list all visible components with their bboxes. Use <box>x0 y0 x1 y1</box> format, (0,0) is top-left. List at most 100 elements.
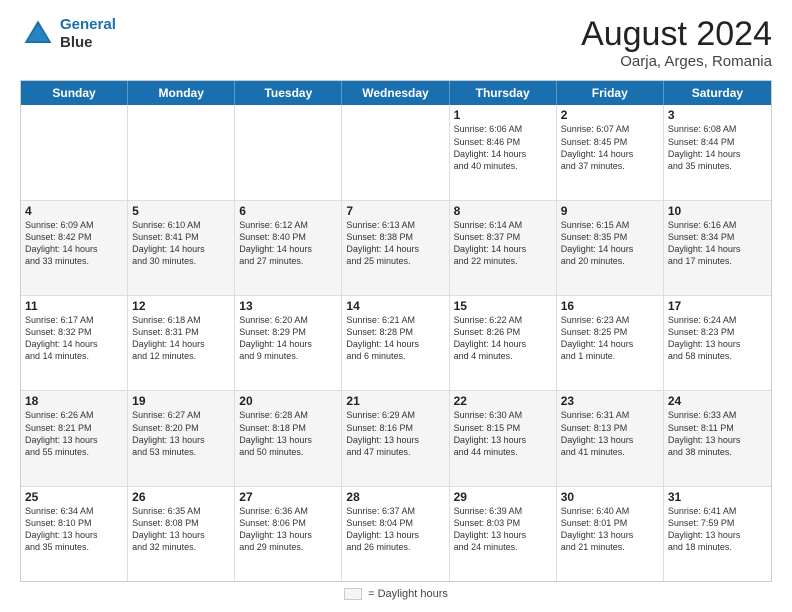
day-number: 18 <box>25 394 123 408</box>
day-number: 13 <box>239 299 337 313</box>
day-cell-19: 19Sunrise: 6:27 AM Sunset: 8:20 PM Dayli… <box>128 391 235 485</box>
cell-info: Sunrise: 6:33 AM Sunset: 8:11 PM Dayligh… <box>668 409 767 458</box>
page: GeneralBlue August 2024 Oarja, Arges, Ro… <box>0 0 792 612</box>
title-block: August 2024 Oarja, Arges, Romania <box>581 16 772 70</box>
cell-info: Sunrise: 6:13 AM Sunset: 8:38 PM Dayligh… <box>346 219 444 268</box>
day-number: 30 <box>561 490 659 504</box>
cell-info: Sunrise: 6:09 AM Sunset: 8:42 PM Dayligh… <box>25 219 123 268</box>
empty-cell <box>128 105 235 199</box>
day-cell-15: 15Sunrise: 6:22 AM Sunset: 8:26 PM Dayli… <box>450 296 557 390</box>
calendar-header: SundayMondayTuesdayWednesdayThursdayFrid… <box>21 81 771 105</box>
day-cell-20: 20Sunrise: 6:28 AM Sunset: 8:18 PM Dayli… <box>235 391 342 485</box>
calendar-row-3: 11Sunrise: 6:17 AM Sunset: 8:32 PM Dayli… <box>21 296 771 391</box>
cell-info: Sunrise: 6:29 AM Sunset: 8:16 PM Dayligh… <box>346 409 444 458</box>
day-cell-1: 1Sunrise: 6:06 AM Sunset: 8:46 PM Daylig… <box>450 105 557 199</box>
day-number: 1 <box>454 108 552 122</box>
cell-info: Sunrise: 6:26 AM Sunset: 8:21 PM Dayligh… <box>25 409 123 458</box>
day-cell-9: 9Sunrise: 6:15 AM Sunset: 8:35 PM Daylig… <box>557 201 664 295</box>
day-number: 12 <box>132 299 230 313</box>
cell-info: Sunrise: 6:37 AM Sunset: 8:04 PM Dayligh… <box>346 505 444 554</box>
day-cell-7: 7Sunrise: 6:13 AM Sunset: 8:38 PM Daylig… <box>342 201 449 295</box>
cell-info: Sunrise: 6:31 AM Sunset: 8:13 PM Dayligh… <box>561 409 659 458</box>
logo: GeneralBlue <box>20 16 116 52</box>
day-cell-28: 28Sunrise: 6:37 AM Sunset: 8:04 PM Dayli… <box>342 487 449 581</box>
day-header-wednesday: Wednesday <box>342 81 449 105</box>
day-number: 4 <box>25 204 123 218</box>
cell-info: Sunrise: 6:24 AM Sunset: 8:23 PM Dayligh… <box>668 314 767 363</box>
cell-info: Sunrise: 6:16 AM Sunset: 8:34 PM Dayligh… <box>668 219 767 268</box>
cell-info: Sunrise: 6:28 AM Sunset: 8:18 PM Dayligh… <box>239 409 337 458</box>
cell-info: Sunrise: 6:35 AM Sunset: 8:08 PM Dayligh… <box>132 505 230 554</box>
day-cell-17: 17Sunrise: 6:24 AM Sunset: 8:23 PM Dayli… <box>664 296 771 390</box>
day-cell-18: 18Sunrise: 6:26 AM Sunset: 8:21 PM Dayli… <box>21 391 128 485</box>
day-header-sunday: Sunday <box>21 81 128 105</box>
main-title: August 2024 <box>581 16 772 53</box>
day-cell-24: 24Sunrise: 6:33 AM Sunset: 8:11 PM Dayli… <box>664 391 771 485</box>
day-cell-11: 11Sunrise: 6:17 AM Sunset: 8:32 PM Dayli… <box>21 296 128 390</box>
empty-cell <box>342 105 449 199</box>
day-number: 23 <box>561 394 659 408</box>
subtitle: Oarja, Arges, Romania <box>581 53 772 70</box>
day-number: 31 <box>668 490 767 504</box>
day-number: 27 <box>239 490 337 504</box>
day-cell-6: 6Sunrise: 6:12 AM Sunset: 8:40 PM Daylig… <box>235 201 342 295</box>
day-number: 17 <box>668 299 767 313</box>
day-cell-23: 23Sunrise: 6:31 AM Sunset: 8:13 PM Dayli… <box>557 391 664 485</box>
calendar-row-4: 18Sunrise: 6:26 AM Sunset: 8:21 PM Dayli… <box>21 391 771 486</box>
calendar-row-5: 25Sunrise: 6:34 AM Sunset: 8:10 PM Dayli… <box>21 487 771 581</box>
day-number: 14 <box>346 299 444 313</box>
day-number: 16 <box>561 299 659 313</box>
cell-info: Sunrise: 6:34 AM Sunset: 8:10 PM Dayligh… <box>25 505 123 554</box>
day-cell-25: 25Sunrise: 6:34 AM Sunset: 8:10 PM Dayli… <box>21 487 128 581</box>
calendar-body: 1Sunrise: 6:06 AM Sunset: 8:46 PM Daylig… <box>21 105 771 581</box>
day-number: 24 <box>668 394 767 408</box>
day-number: 15 <box>454 299 552 313</box>
day-header-saturday: Saturday <box>664 81 771 105</box>
day-number: 7 <box>346 204 444 218</box>
day-cell-8: 8Sunrise: 6:14 AM Sunset: 8:37 PM Daylig… <box>450 201 557 295</box>
legend-label: = Daylight hours <box>368 588 448 600</box>
day-number: 8 <box>454 204 552 218</box>
cell-info: Sunrise: 6:30 AM Sunset: 8:15 PM Dayligh… <box>454 409 552 458</box>
day-cell-21: 21Sunrise: 6:29 AM Sunset: 8:16 PM Dayli… <box>342 391 449 485</box>
cell-info: Sunrise: 6:39 AM Sunset: 8:03 PM Dayligh… <box>454 505 552 554</box>
empty-cell <box>21 105 128 199</box>
day-number: 9 <box>561 204 659 218</box>
day-number: 11 <box>25 299 123 313</box>
day-number: 28 <box>346 490 444 504</box>
cell-info: Sunrise: 6:41 AM Sunset: 7:59 PM Dayligh… <box>668 505 767 554</box>
day-number: 19 <box>132 394 230 408</box>
day-number: 21 <box>346 394 444 408</box>
day-number: 20 <box>239 394 337 408</box>
day-number: 5 <box>132 204 230 218</box>
day-cell-10: 10Sunrise: 6:16 AM Sunset: 8:34 PM Dayli… <box>664 201 771 295</box>
day-header-friday: Friday <box>557 81 664 105</box>
legend: = Daylight hours <box>20 588 772 600</box>
cell-info: Sunrise: 6:20 AM Sunset: 8:29 PM Dayligh… <box>239 314 337 363</box>
cell-info: Sunrise: 6:18 AM Sunset: 8:31 PM Dayligh… <box>132 314 230 363</box>
day-cell-30: 30Sunrise: 6:40 AM Sunset: 8:01 PM Dayli… <box>557 487 664 581</box>
cell-info: Sunrise: 6:08 AM Sunset: 8:44 PM Dayligh… <box>668 123 767 172</box>
header: GeneralBlue August 2024 Oarja, Arges, Ro… <box>20 16 772 70</box>
day-cell-26: 26Sunrise: 6:35 AM Sunset: 8:08 PM Dayli… <box>128 487 235 581</box>
day-number: 25 <box>25 490 123 504</box>
day-cell-16: 16Sunrise: 6:23 AM Sunset: 8:25 PM Dayli… <box>557 296 664 390</box>
cell-info: Sunrise: 6:21 AM Sunset: 8:28 PM Dayligh… <box>346 314 444 363</box>
day-cell-4: 4Sunrise: 6:09 AM Sunset: 8:42 PM Daylig… <box>21 201 128 295</box>
day-cell-13: 13Sunrise: 6:20 AM Sunset: 8:29 PM Dayli… <box>235 296 342 390</box>
day-cell-3: 3Sunrise: 6:08 AM Sunset: 8:44 PM Daylig… <box>664 105 771 199</box>
cell-info: Sunrise: 6:10 AM Sunset: 8:41 PM Dayligh… <box>132 219 230 268</box>
cell-info: Sunrise: 6:07 AM Sunset: 8:45 PM Dayligh… <box>561 123 659 172</box>
cell-info: Sunrise: 6:27 AM Sunset: 8:20 PM Dayligh… <box>132 409 230 458</box>
day-cell-29: 29Sunrise: 6:39 AM Sunset: 8:03 PM Dayli… <box>450 487 557 581</box>
cell-info: Sunrise: 6:15 AM Sunset: 8:35 PM Dayligh… <box>561 219 659 268</box>
cell-info: Sunrise: 6:22 AM Sunset: 8:26 PM Dayligh… <box>454 314 552 363</box>
day-number: 2 <box>561 108 659 122</box>
day-cell-2: 2Sunrise: 6:07 AM Sunset: 8:45 PM Daylig… <box>557 105 664 199</box>
day-number: 6 <box>239 204 337 218</box>
cell-info: Sunrise: 6:14 AM Sunset: 8:37 PM Dayligh… <box>454 219 552 268</box>
day-number: 29 <box>454 490 552 504</box>
day-cell-27: 27Sunrise: 6:36 AM Sunset: 8:06 PM Dayli… <box>235 487 342 581</box>
cell-info: Sunrise: 6:17 AM Sunset: 8:32 PM Dayligh… <box>25 314 123 363</box>
day-cell-14: 14Sunrise: 6:21 AM Sunset: 8:28 PM Dayli… <box>342 296 449 390</box>
